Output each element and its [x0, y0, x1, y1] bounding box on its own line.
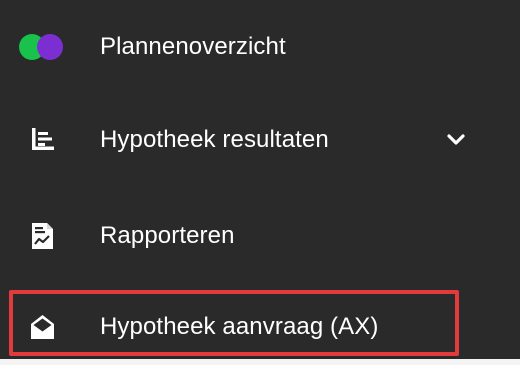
menu-item-rapporteren[interactable]: Rapporteren [0, 204, 520, 268]
menu-item-label: Plannenoverzicht [100, 33, 286, 60]
bar-chart-icon [18, 124, 66, 156]
chevron-down-icon[interactable] [445, 129, 467, 151]
page-background-strip [0, 359, 520, 365]
menu-item-label: Hypotheek resultaten [100, 126, 329, 153]
highlight-frame [9, 290, 459, 356]
menu-item-label: Rapporteren [100, 222, 235, 249]
navigation-menu: Plannenoverzicht Hypotheek resultaten Ra… [0, 0, 520, 359]
toggle-circles-icon [18, 31, 66, 63]
menu-item-plannenoverzicht[interactable]: Plannenoverzicht [0, 15, 520, 79]
menu-item-hypotheek-resultaten[interactable]: Hypotheek resultaten [0, 108, 520, 172]
document-chart-icon [18, 220, 66, 252]
